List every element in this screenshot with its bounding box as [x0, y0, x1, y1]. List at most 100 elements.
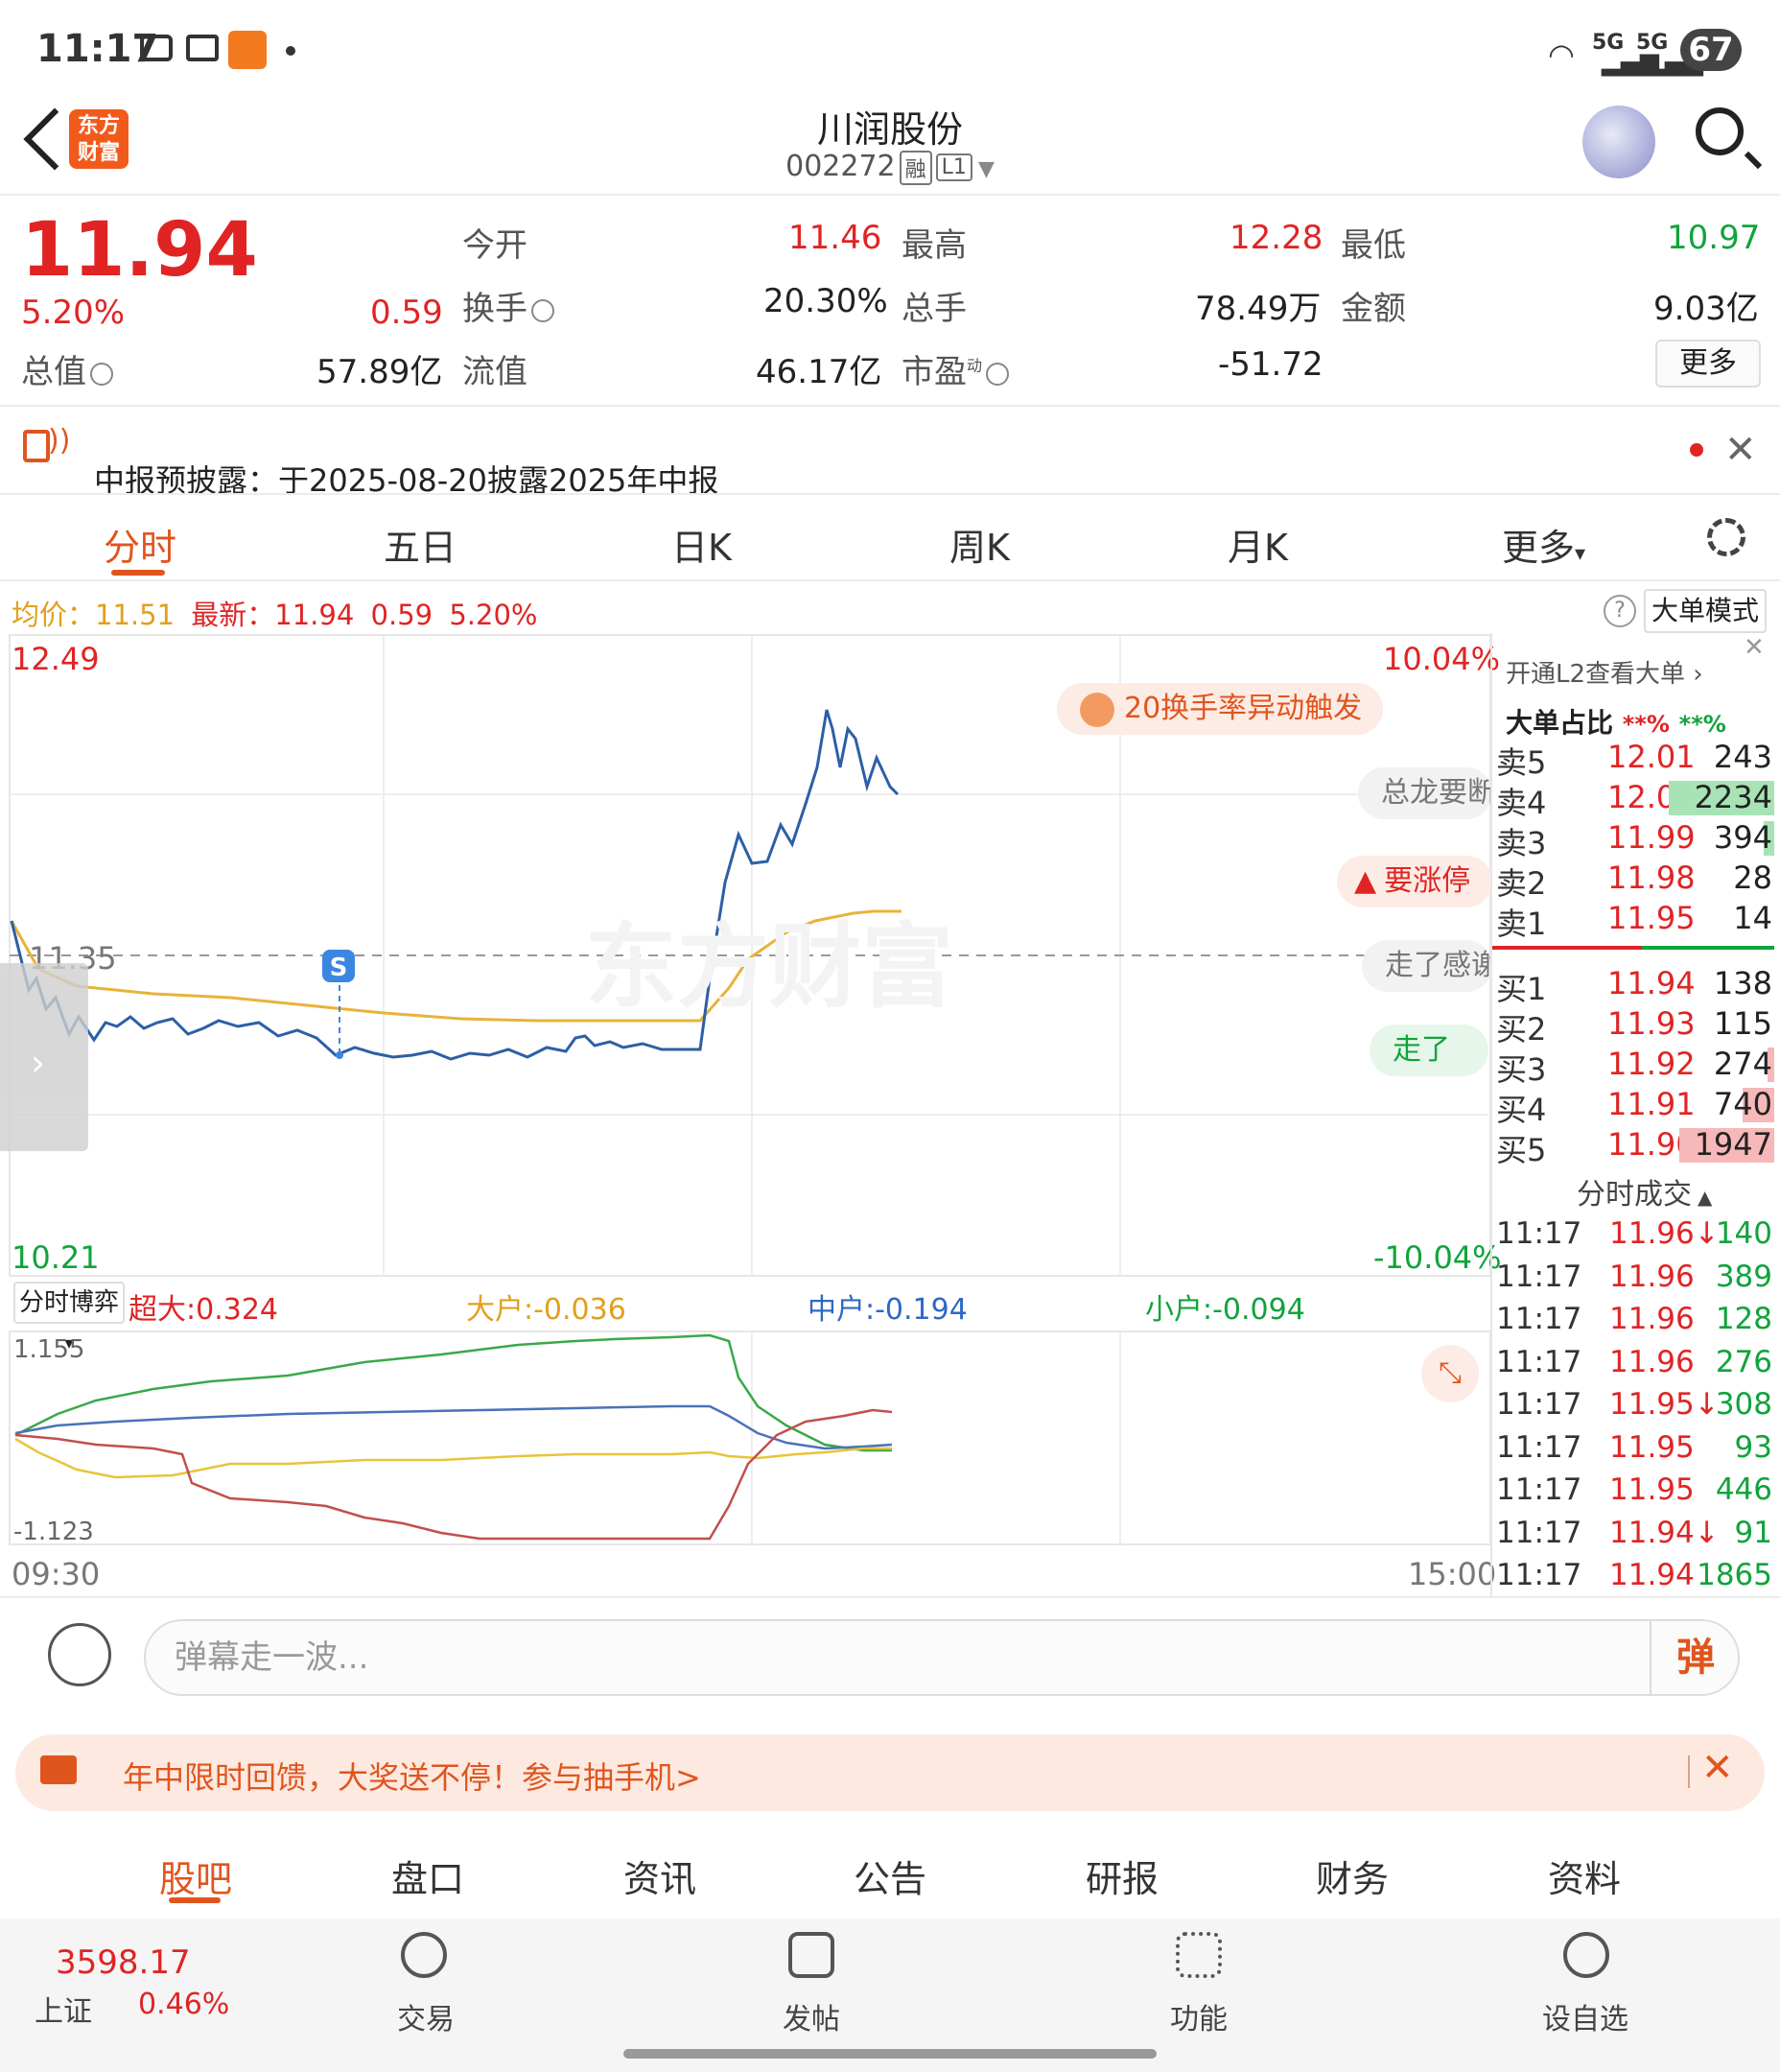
open-value: 11.46: [788, 219, 882, 257]
turnover-label[interactable]: 换手: [462, 282, 554, 329]
total-value-label[interactable]: 总值: [21, 345, 113, 392]
volume-label: 总手: [902, 290, 967, 328]
tick-row: 11:17 11.96 128: [1492, 1302, 1774, 1344]
danmu-settings-icon[interactable]: [48, 1623, 111, 1686]
order-level-label: 卖5: [1496, 744, 1547, 781]
order-volume: 115: [1713, 1005, 1772, 1042]
robot-assistant-icon[interactable]: [1582, 106, 1655, 178]
expand-handle[interactable]: ›: [0, 963, 88, 1151]
danmu-send-button[interactable]: 弹: [1650, 1621, 1740, 1694]
index-name[interactable]: 上证: [35, 1988, 92, 2030]
tab-intraday[interactable]: 分时: [104, 518, 176, 571]
bid-row[interactable]: 买1 11.94 138: [1492, 965, 1774, 1007]
tab-finance[interactable]: 财务: [1316, 1849, 1389, 1902]
index-value[interactable]: 3598.17: [56, 1943, 191, 1982]
tab-announcements[interactable]: 公告: [854, 1849, 926, 1902]
more-quote-button[interactable]: 更多: [1655, 340, 1761, 388]
add-watchlist-icon[interactable]: [1563, 1932, 1609, 1978]
danmu-bubble[interactable]: 走了感谢: [1362, 940, 1492, 992]
app-notification-icon: [228, 31, 267, 69]
nav-trade[interactable]: 交易: [397, 1995, 455, 2037]
ask-row[interactable]: 卖2 11.98 28: [1492, 859, 1774, 902]
bid-row[interactable]: 买3 11.92 274: [1492, 1046, 1774, 1088]
tab-pankou[interactable]: 盘口: [391, 1849, 464, 1902]
order-level-label: 买3: [1496, 1051, 1547, 1088]
tick-volume: 1865: [1697, 1558, 1772, 1592]
dropdown-icon: ▾: [1575, 542, 1586, 566]
stock-name: 川润股份: [816, 108, 963, 151]
order-level-label: 买4: [1496, 1092, 1547, 1128]
ask-row[interactable]: 卖3 11.99 394: [1492, 819, 1774, 861]
change-percent: 5.20%: [21, 294, 126, 332]
nav-add-watchlist[interactable]: 设自选: [1542, 1995, 1628, 2037]
pe-label[interactable]: 市盈动: [902, 345, 1010, 392]
alert-bubble[interactable]: 20换手率异动触发: [1057, 683, 1383, 735]
tick-time: 11:17: [1496, 1429, 1582, 1465]
tab-five-day[interactable]: 五日: [384, 518, 457, 571]
high-label: 最高: [902, 226, 967, 265]
ask-row[interactable]: 卖5 12.01 243: [1492, 739, 1774, 781]
search-icon[interactable]: [1696, 107, 1744, 155]
order-volume: 138: [1713, 965, 1772, 1001]
nav-post[interactable]: 发帖: [783, 1995, 840, 2037]
limit-up-bubble[interactable]: ▲ 要涨停: [1337, 856, 1492, 907]
tab-news[interactable]: 资讯: [623, 1849, 696, 1902]
ask-row[interactable]: 卖1 11.95 14: [1492, 900, 1774, 942]
ticks-title[interactable]: 分时成交 ▲: [1577, 1170, 1712, 1213]
index-pct[interactable]: 0.46%: [138, 1988, 229, 2021]
function-grid-icon[interactable]: [1176, 1932, 1222, 1978]
danmu-bubble[interactable]: 总龙要断: [1358, 767, 1492, 819]
low-label: 最低: [1341, 226, 1406, 265]
close-notice-icon[interactable]: ✕: [1724, 428, 1757, 472]
l2-link[interactable]: 开通L2查看大单 ›: [1506, 654, 1703, 690]
order-volume: 740: [1713, 1086, 1772, 1122]
s-marker: S: [330, 954, 348, 982]
tab-more[interactable]: 更多▾: [1502, 518, 1585, 571]
tick-time: 11:17: [1496, 1558, 1582, 1592]
tab-daily-k[interactable]: 日K: [671, 518, 732, 571]
close-promo-icon[interactable]: ✕: [1701, 1746, 1734, 1790]
close-l2-icon[interactable]: ✕: [1744, 633, 1765, 662]
trade-icon[interactable]: [401, 1932, 447, 1978]
battery-indicator: 67: [1680, 29, 1742, 71]
tab-profile[interactable]: 资料: [1548, 1849, 1621, 1902]
ask-row[interactable]: 卖4 12.00 2234: [1492, 779, 1774, 821]
order-volume: 274: [1713, 1046, 1772, 1082]
tick-price: 11.96: [1609, 1344, 1695, 1379]
tab-guba[interactable]: 股吧: [159, 1849, 232, 1902]
nav-functions[interactable]: 功能: [1170, 1995, 1228, 2037]
watermark: 东方财富: [585, 913, 953, 1021]
order-volume: 1947: [1694, 1126, 1772, 1163]
pct-min-label: -10.04%: [1373, 1239, 1502, 1276]
tab-research[interactable]: 研报: [1086, 1849, 1159, 1902]
gear-icon[interactable]: [1707, 518, 1745, 556]
voicemail-icon: [186, 35, 219, 61]
post-icon[interactable]: [788, 1932, 834, 1978]
help-icon[interactable]: ?: [1604, 595, 1636, 627]
tab-weekly-k[interactable]: 周K: [949, 518, 1010, 571]
megaphone-icon: [40, 1755, 77, 1784]
danmu-input[interactable]: 弹幕走一波...: [144, 1619, 1740, 1696]
home-indicator[interactable]: [623, 2049, 1157, 2059]
tick-row: 11:17 11.96 276: [1492, 1345, 1774, 1387]
bid-row[interactable]: 买4 11.91 740: [1492, 1086, 1774, 1128]
expand-icon[interactable]: ⤡: [1421, 1345, 1479, 1402]
change-amount: 0.59: [370, 294, 443, 332]
float-value: 46.17亿: [756, 353, 882, 391]
ask-strength-bar: [1642, 946, 1774, 950]
flow-selector[interactable]: 分时博弈▾: [13, 1282, 125, 1354]
tick-volume: 389: [1715, 1259, 1772, 1294]
tick-row: 11:17 11.94↓ 91: [1492, 1516, 1774, 1558]
big-order-mode-button[interactable]: 大单模式: [1644, 589, 1767, 633]
tick-volume: 93: [1734, 1429, 1772, 1465]
bid-row[interactable]: 买5 11.90 1947: [1492, 1126, 1774, 1168]
promo-text[interactable]: 年中限时回馈，大奖送不停！参与抽手机>: [123, 1754, 701, 1798]
bid-row[interactable]: 买2 11.93 115: [1492, 1005, 1774, 1048]
tick-price: 11.95: [1609, 1429, 1695, 1465]
danmu-bubble[interactable]: 走了: [1370, 1024, 1488, 1076]
collapse-icon: ▲: [1698, 1186, 1713, 1209]
tick-row: 11:17 11.95 446: [1492, 1472, 1774, 1515]
tab-monthly-k[interactable]: 月K: [1228, 518, 1288, 571]
margin-tag: 融: [899, 150, 932, 185]
stock-code-row[interactable]: 002272 融 L1 ▼: [0, 150, 1780, 185]
